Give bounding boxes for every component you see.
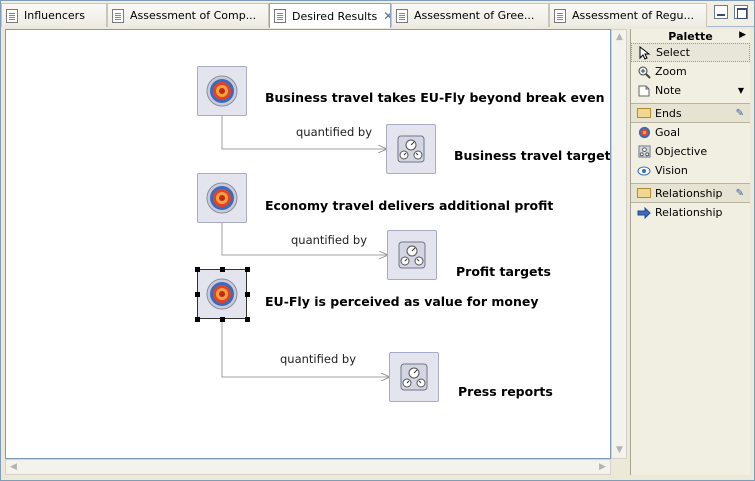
palette-tool-zoom[interactable]: Zoom [631,62,750,81]
goal-node[interactable] [197,173,247,223]
palette-item-vision[interactable]: Vision [631,161,750,180]
goal-node-selected[interactable] [197,269,247,319]
vision-icon [637,164,651,178]
palette-group-ends[interactable]: Ends ✎ [631,103,750,123]
palette-item-label: Objective [655,145,708,158]
palette-item-objective[interactable]: Objective [631,142,750,161]
note-icon [637,84,651,98]
objective-icon [637,145,651,159]
tab-label: Assessment of Regu... [572,9,694,22]
goal-label: EU-Fly is perceived as value for money [265,294,539,309]
resize-handle[interactable] [220,267,225,272]
palette-header[interactable]: Palette ▶ [631,29,750,43]
objective-node[interactable] [387,230,437,280]
gauge-icon [397,135,425,163]
palette-group-label: Relationship [655,186,723,200]
edge-line[interactable] [221,320,390,377]
gauge-icon [400,363,428,391]
palette-group-label: Ends [655,106,682,120]
document-icon [396,8,408,23]
dropdown-arrow-icon[interactable]: ▼ [738,86,744,95]
editor-tab-bar: Influencers Assessment of Comp... Desire… [1,1,754,28]
cursor-icon [638,45,652,60]
target-icon [206,278,238,310]
tab-desired-results[interactable]: Desired Results ✕ [269,3,391,28]
pin-icon[interactable]: ✎ [736,108,744,119]
document-icon [274,9,286,23]
minimize-button[interactable] [714,5,728,19]
palette-tool-label: Note [655,84,682,97]
scroll-down-icon[interactable]: ▼ [614,445,625,456]
scroll-left-icon[interactable]: ◀ [8,462,19,473]
palette-group-relationship[interactable]: Relationship ✎ [631,183,750,203]
objective-label: Business travel targets [454,148,611,163]
editor-window: Influencers Assessment of Comp... Desire… [0,0,755,481]
palette-item-relationship[interactable]: Relationship [631,203,750,222]
gauge-icon [398,241,426,269]
palette-tool-select[interactable]: Select [631,43,750,62]
resize-handle[interactable] [195,317,200,322]
tab-label: Influencers [24,9,85,22]
goal-label: Economy travel delivers additional profi… [265,198,554,213]
resize-handle[interactable] [245,267,250,272]
resize-handle[interactable] [195,267,200,272]
objective-label: Profit targets [456,264,551,279]
document-icon [112,8,124,23]
target-icon [206,182,238,214]
tab-assessment-of-regu[interactable]: Assessment of Regu... [549,3,707,27]
edge-label: quantified by [291,233,368,247]
horizontal-scrollbar[interactable]: ◀ ▶ [5,459,611,475]
diagram-canvas[interactable]: Business travel takes EU-Fly beyond brea… [5,29,611,459]
resize-handle[interactable] [220,317,225,322]
palette-tool-label: Select [656,46,690,59]
tab-influencers[interactable]: Influencers [1,3,107,27]
palette-item-goal[interactable]: Goal [631,123,750,142]
arrow-icon [637,206,651,220]
tab-label: Assessment of Comp... [130,9,257,22]
objective-node[interactable] [389,352,439,402]
tab-assessment-of-comp[interactable]: Assessment of Comp... [107,3,269,27]
resize-handle[interactable] [245,317,250,322]
goal-icon [637,126,651,140]
objective-node[interactable] [386,124,436,174]
target-icon [206,75,238,107]
palette-item-label: Relationship [655,206,723,219]
palette-tool-note[interactable]: Note ▼ [631,81,750,100]
zoom-icon [637,65,651,79]
tab-label: Desired Results [292,9,378,23]
objective-label: Press reports [458,384,553,399]
palette-title: Palette [668,29,713,43]
palette-item-label: Goal [655,126,681,139]
close-icon[interactable]: ✕ [383,10,390,22]
pin-icon[interactable]: ✎ [736,188,744,199]
resize-handle[interactable] [245,292,250,297]
maximize-button[interactable] [734,5,748,19]
scroll-right-icon[interactable]: ▶ [597,462,608,473]
scroll-up-icon[interactable]: ▲ [614,32,625,43]
goal-node[interactable] [197,66,247,116]
edge-label: quantified by [296,125,373,139]
palette-tool-label: Zoom [655,65,687,78]
palette-panel: Palette ▶ Select Zoom Note ▼ Ends ✎ Goal… [630,29,750,475]
folder-icon [637,188,651,198]
resize-handle[interactable] [195,292,200,297]
goal-label: Business travel takes EU-Fly beyond brea… [265,90,605,105]
document-icon [554,8,566,23]
tab-assessment-of-gree[interactable]: Assessment of Gree... [391,3,549,27]
collapse-arrow-icon[interactable]: ▶ [739,30,746,40]
folder-icon [637,108,651,118]
palette-item-label: Vision [655,164,688,177]
edge-label: quantified by [280,352,357,366]
tab-label: Assessment of Gree... [414,9,535,22]
document-icon [6,8,18,23]
vertical-scrollbar[interactable]: ▲ ▼ [611,29,627,459]
